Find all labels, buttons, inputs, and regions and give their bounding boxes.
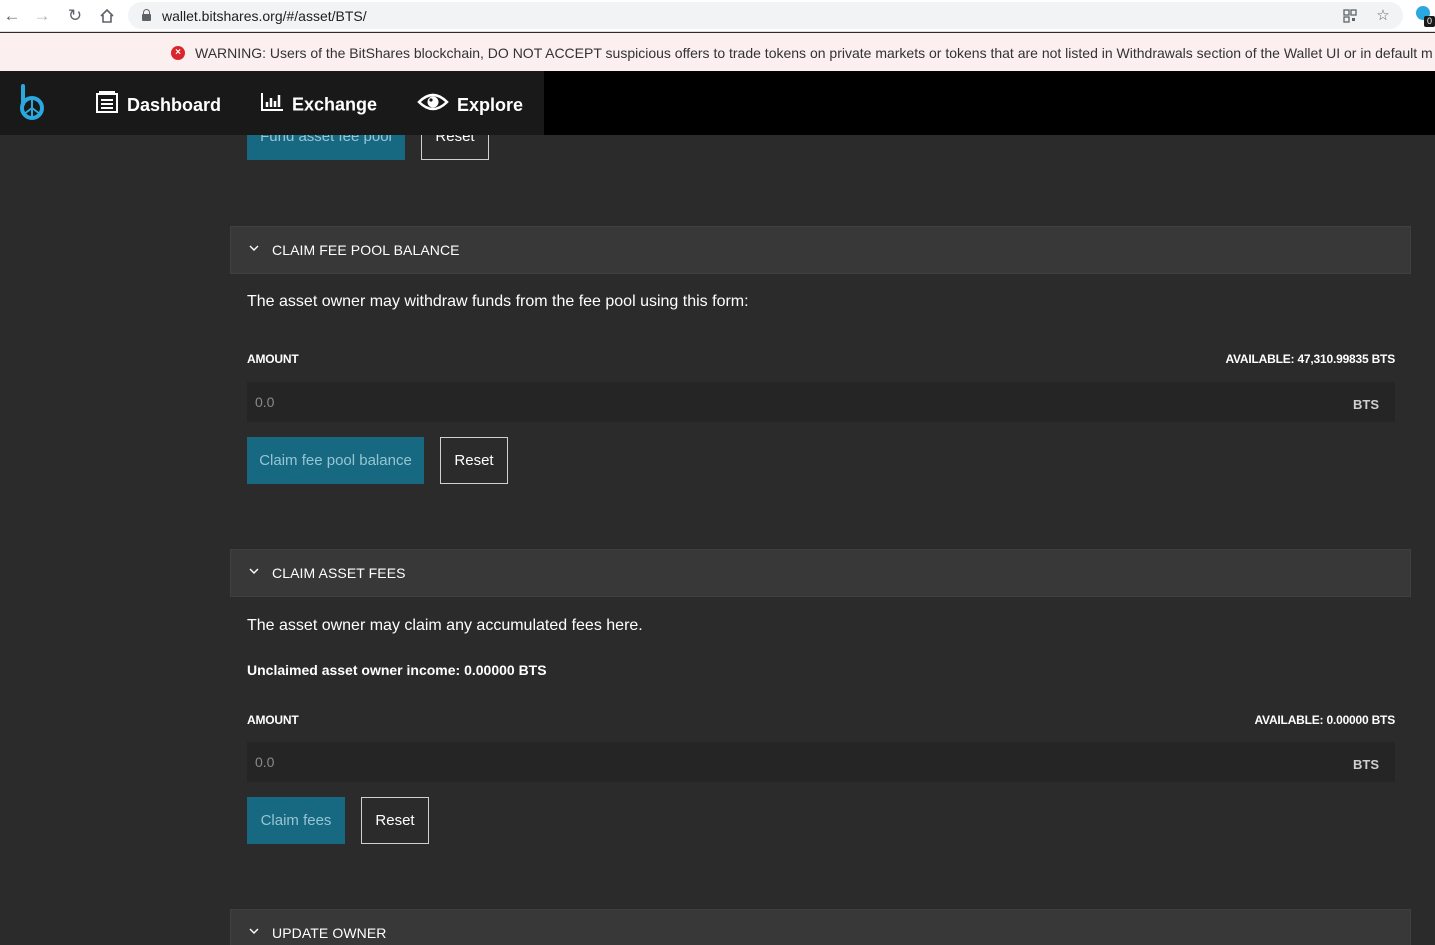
claim-fee-pool-button[interactable]: Claim fee pool balance xyxy=(247,437,424,484)
back-arrow-icon[interactable]: ← xyxy=(0,4,24,28)
chevron-down-icon xyxy=(249,928,259,934)
claim-asset-fees-title: CLAIM ASSET FEES xyxy=(272,565,406,581)
extension-icon[interactable]: 0 xyxy=(1414,6,1435,27)
nav-dashboard-label: Dashboard xyxy=(127,95,222,115)
update-owner-section-header[interactable]: UPDATE OWNER xyxy=(230,909,1411,945)
claim-fees-amount-input[interactable]: 0.0 BTS xyxy=(247,742,1395,782)
claim-fees-reset-button[interactable]: Reset xyxy=(361,797,429,844)
claim-fee-pool-section-header[interactable]: CLAIM FEE POOL BALANCE xyxy=(230,226,1411,274)
extension-badge: 0 xyxy=(1424,16,1435,27)
dashboard-icon xyxy=(96,91,119,119)
main-content: Fund asset fee pool Reset CLAIM FEE POOL… xyxy=(0,135,1435,945)
nav-exchange[interactable]: Exchange xyxy=(261,91,377,115)
fund-fee-pool-reset-button[interactable]: Reset xyxy=(421,135,489,160)
claim-fees-amount-label: AMOUNT xyxy=(247,713,299,727)
warning-banner: × WARNING: Users of the BitShares blockc… xyxy=(0,33,1435,71)
bitshares-logo-icon[interactable] xyxy=(18,84,48,122)
claim-pool-amount-label: AMOUNT xyxy=(247,352,299,366)
forward-arrow-icon[interactable]: → xyxy=(30,4,54,28)
claim-fees-asset-unit: BTS xyxy=(1353,757,1379,772)
url-text: wallet.bitshares.org/#/asset/BTS/ xyxy=(162,8,367,24)
header-background xyxy=(544,71,1435,135)
nav-exchange-label: Exchange xyxy=(292,94,378,115)
qr-code-icon[interactable] xyxy=(1340,6,1360,26)
lock-icon xyxy=(142,9,151,21)
claim-pool-amount-input[interactable]: 0.0 BTS xyxy=(247,382,1395,422)
claim-fee-pool-description: The asset owner may withdraw funds from … xyxy=(247,293,749,310)
app-header: Dashboard Exchange Explore xyxy=(0,71,544,135)
nav-explore[interactable]: Explore xyxy=(417,91,523,115)
nav-dashboard[interactable]: Dashboard xyxy=(96,91,221,115)
unclaimed-income-text: Unclaimed asset owner income: 0.00000 BT… xyxy=(247,662,547,678)
fund-fee-pool-button[interactable]: Fund asset fee pool xyxy=(247,135,405,160)
eye-icon xyxy=(417,91,449,119)
claim-fee-pool-reset-button[interactable]: Reset xyxy=(440,437,508,484)
home-icon[interactable] xyxy=(95,4,119,28)
claim-asset-fees-section-header[interactable]: CLAIM ASSET FEES xyxy=(230,549,1411,597)
claim-asset-fees-description: The asset owner may claim any accumulate… xyxy=(247,617,643,634)
claim-fees-amount-placeholder: 0.0 xyxy=(255,754,275,770)
claim-fees-available[interactable]: AVAILABLE: 0.00000 BTS xyxy=(1254,713,1395,727)
warning-text: WARNING: Users of the BitShares blockcha… xyxy=(195,45,1433,61)
reload-icon[interactable]: ↻ xyxy=(63,4,87,28)
claim-fees-button[interactable]: Claim fees xyxy=(247,797,345,844)
claim-pool-asset-unit: BTS xyxy=(1353,397,1379,412)
address-bar[interactable]: wallet.bitshares.org/#/asset/BTS/ ☆ xyxy=(128,2,1403,29)
error-icon: × xyxy=(171,46,185,60)
browser-toolbar: ← → ↻ wallet.bitshares.org/#/asset/BTS/ … xyxy=(0,0,1435,32)
chevron-down-icon xyxy=(249,245,259,251)
claim-fee-pool-title: CLAIM FEE POOL BALANCE xyxy=(272,242,460,258)
bookmark-star-icon[interactable]: ☆ xyxy=(1373,6,1393,26)
claim-pool-amount-placeholder: 0.0 xyxy=(255,394,275,410)
nav-explore-label: Explore xyxy=(457,95,524,115)
claim-pool-available[interactable]: AVAILABLE: 47,310.99835 BTS xyxy=(1225,352,1395,366)
update-owner-title: UPDATE OWNER xyxy=(272,925,387,941)
chevron-down-icon xyxy=(249,568,259,574)
exchange-chart-icon xyxy=(261,91,284,117)
